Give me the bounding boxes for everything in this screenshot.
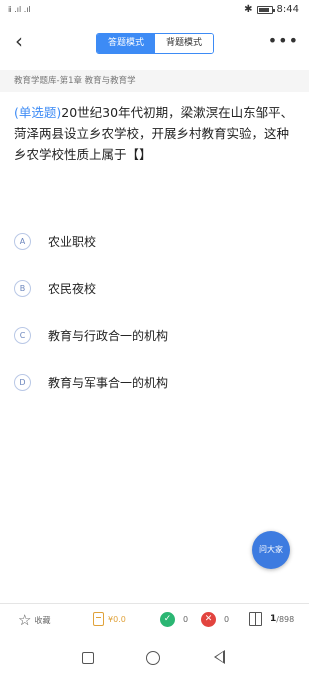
option-letter: A xyxy=(14,233,31,250)
recent-apps-icon[interactable] xyxy=(82,652,94,664)
ask-everyone-button[interactable]: 问大家 xyxy=(252,531,290,569)
bottom-toolbar: ☆ 收藏 ¥0.0 ✓ 0 ✕ 0 1 /898 xyxy=(0,603,309,637)
option-b[interactable]: B 农民夜校 xyxy=(14,265,299,312)
option-text: 农民夜校 xyxy=(48,282,97,296)
money-indicator[interactable]: ¥0.0 xyxy=(93,612,126,626)
check-icon: ✓ xyxy=(160,612,175,627)
more-button[interactable]: ••• xyxy=(268,30,299,52)
home-icon[interactable] xyxy=(146,651,160,665)
wrong-count-value: 0 xyxy=(224,615,230,624)
tab-recite-mode[interactable]: 背题模式 xyxy=(155,34,213,53)
option-a[interactable]: A 农业职校 xyxy=(14,218,299,265)
wrong-count: ✕ 0 xyxy=(201,612,229,627)
correct-count-value: 0 xyxy=(183,615,189,624)
money-value: ¥0.0 xyxy=(108,614,126,624)
status-right: ✱ 8:44 xyxy=(244,4,299,15)
bluetooth-icon: ✱ xyxy=(244,4,253,15)
page-total: /898 xyxy=(276,614,295,624)
option-d[interactable]: D 教育与军事合一的机构 xyxy=(14,359,299,406)
option-letter: D xyxy=(14,374,31,391)
nav-bar: ‹ 答题模式 背题模式 ••• xyxy=(0,28,309,58)
book-icon xyxy=(249,612,262,626)
option-text: 教育与行政合一的机构 xyxy=(48,329,169,343)
star-icon: ☆ xyxy=(18,611,32,629)
favorite-button[interactable]: ☆ 收藏 xyxy=(18,612,50,628)
x-icon: ✕ xyxy=(201,612,216,627)
more-dots-icon: ••• xyxy=(267,31,299,50)
question-type-label: (单选题) xyxy=(14,105,62,120)
breadcrumb: 教育学题库-第1章 教育与教育学 xyxy=(0,70,309,92)
wallet-icon xyxy=(93,612,104,626)
correct-count: ✓ 0 xyxy=(160,612,188,627)
system-nav-bar xyxy=(0,640,309,675)
back-triangle-icon[interactable] xyxy=(214,650,225,664)
status-bar: ⅱ .ıl .ıl ✱ 8:44 xyxy=(0,0,309,22)
tab-answer-mode[interactable]: 答题模式 xyxy=(97,34,155,53)
option-c[interactable]: C 教育与行政合一的机构 xyxy=(14,312,299,359)
question-stem: (单选题)20世纪30年代初期，梁漱溟在山东邹平、菏泽两县设立乡农学校，开展乡村… xyxy=(14,102,299,165)
answer-sheet-button[interactable]: 1 /898 xyxy=(249,612,294,626)
option-text: 农业职校 xyxy=(48,235,97,249)
mode-toggle: 答题模式 背题模式 xyxy=(96,33,214,54)
battery-icon xyxy=(256,5,275,14)
options-list: A 农业职校 B 农民夜校 C 教育与行政合一的机构 D 教育与军事合一的机构 xyxy=(14,218,299,406)
chevron-left-icon: ‹ xyxy=(15,29,23,53)
option-letter: B xyxy=(14,280,31,297)
option-letter: C xyxy=(14,327,31,344)
clock-time: 8:44 xyxy=(276,4,299,15)
signal-indicators: ⅱ .ıl .ıl xyxy=(8,5,31,14)
back-button[interactable]: ‹ xyxy=(8,30,30,54)
option-text: 教育与军事合一的机构 xyxy=(48,376,169,390)
favorite-label: 收藏 xyxy=(34,615,51,625)
